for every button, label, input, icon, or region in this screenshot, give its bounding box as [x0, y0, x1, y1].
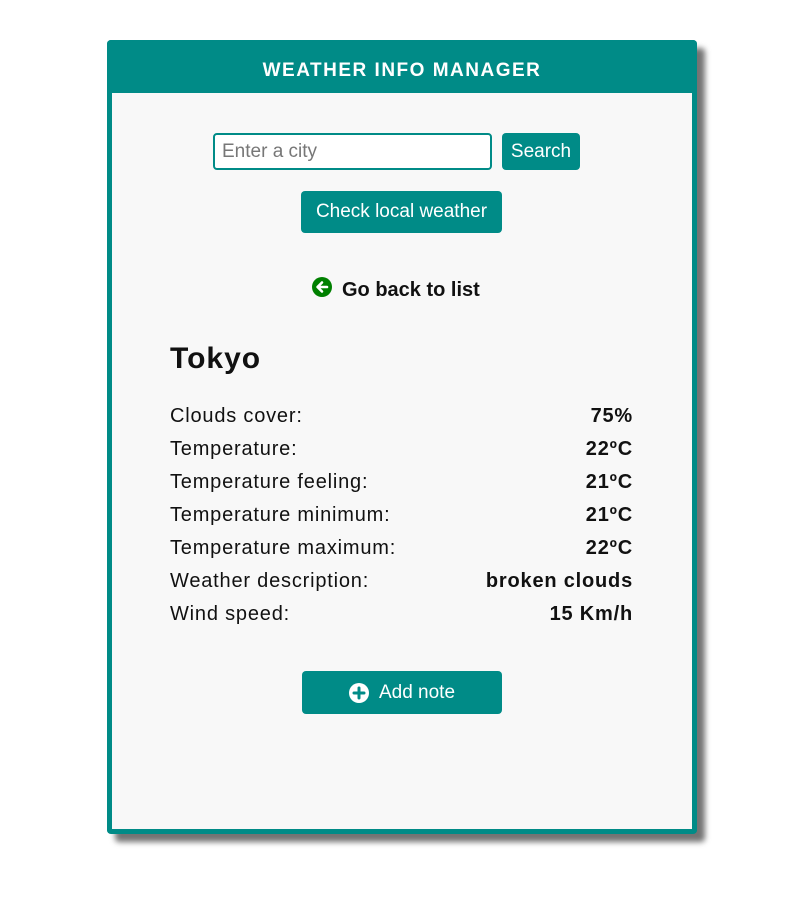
city-name: Tokyo — [170, 342, 262, 375]
weather-details: Clouds cover: 75% Temperature: 22ºC Temp… — [170, 405, 633, 636]
detail-value: 15 Km/h — [549, 603, 633, 625]
detail-row-clouds: Clouds cover: 75% — [170, 405, 633, 438]
app-header: WEATHER INFO MANAGER — [107, 40, 697, 93]
detail-label: Weather description: — [170, 570, 370, 592]
detail-value: 21ºC — [585, 471, 633, 493]
detail-value: 21ºC — [585, 504, 633, 526]
detail-row-temperature: Temperature: 22ºC — [170, 438, 633, 471]
detail-value: broken clouds — [485, 570, 633, 592]
city-search-input[interactable] — [213, 133, 492, 170]
go-back-to-list-link[interactable]: Go back to list — [312, 277, 480, 303]
detail-label: Temperature feeling: — [170, 471, 369, 493]
check-local-weather-button[interactable]: Check local weather — [301, 191, 502, 233]
add-note-label: Add note — [378, 681, 456, 703]
detail-value: 75% — [590, 405, 633, 427]
detail-row-temperature-maximum: Temperature maximum: 22ºC — [170, 537, 633, 570]
detail-value: 22ºC — [585, 537, 633, 559]
detail-row-weather-description: Weather description: broken clouds — [170, 570, 633, 603]
detail-label: Clouds cover: — [170, 405, 303, 427]
detail-label: Temperature minimum: — [170, 504, 391, 526]
app-title: WEATHER INFO MANAGER — [262, 60, 542, 81]
go-back-label: Go back to list — [342, 278, 480, 301]
add-note-button[interactable]: Add note — [302, 671, 502, 714]
detail-label: Temperature maximum: — [170, 537, 397, 559]
detail-row-wind-speed: Wind speed: 15 Km/h — [170, 603, 633, 636]
weather-app-card: WEATHER INFO MANAGER Search Check local … — [107, 40, 697, 834]
arrow-circle-left-icon — [312, 277, 332, 303]
detail-label: Wind speed: — [170, 603, 290, 625]
plus-circle-icon — [348, 682, 369, 703]
detail-label: Temperature: — [170, 438, 298, 460]
search-button[interactable]: Search — [502, 133, 580, 170]
detail-row-temperature-feeling: Temperature feeling: 21ºC — [170, 471, 633, 504]
detail-value: 22ºC — [585, 438, 633, 460]
detail-row-temperature-minimum: Temperature minimum: 21ºC — [170, 504, 633, 537]
